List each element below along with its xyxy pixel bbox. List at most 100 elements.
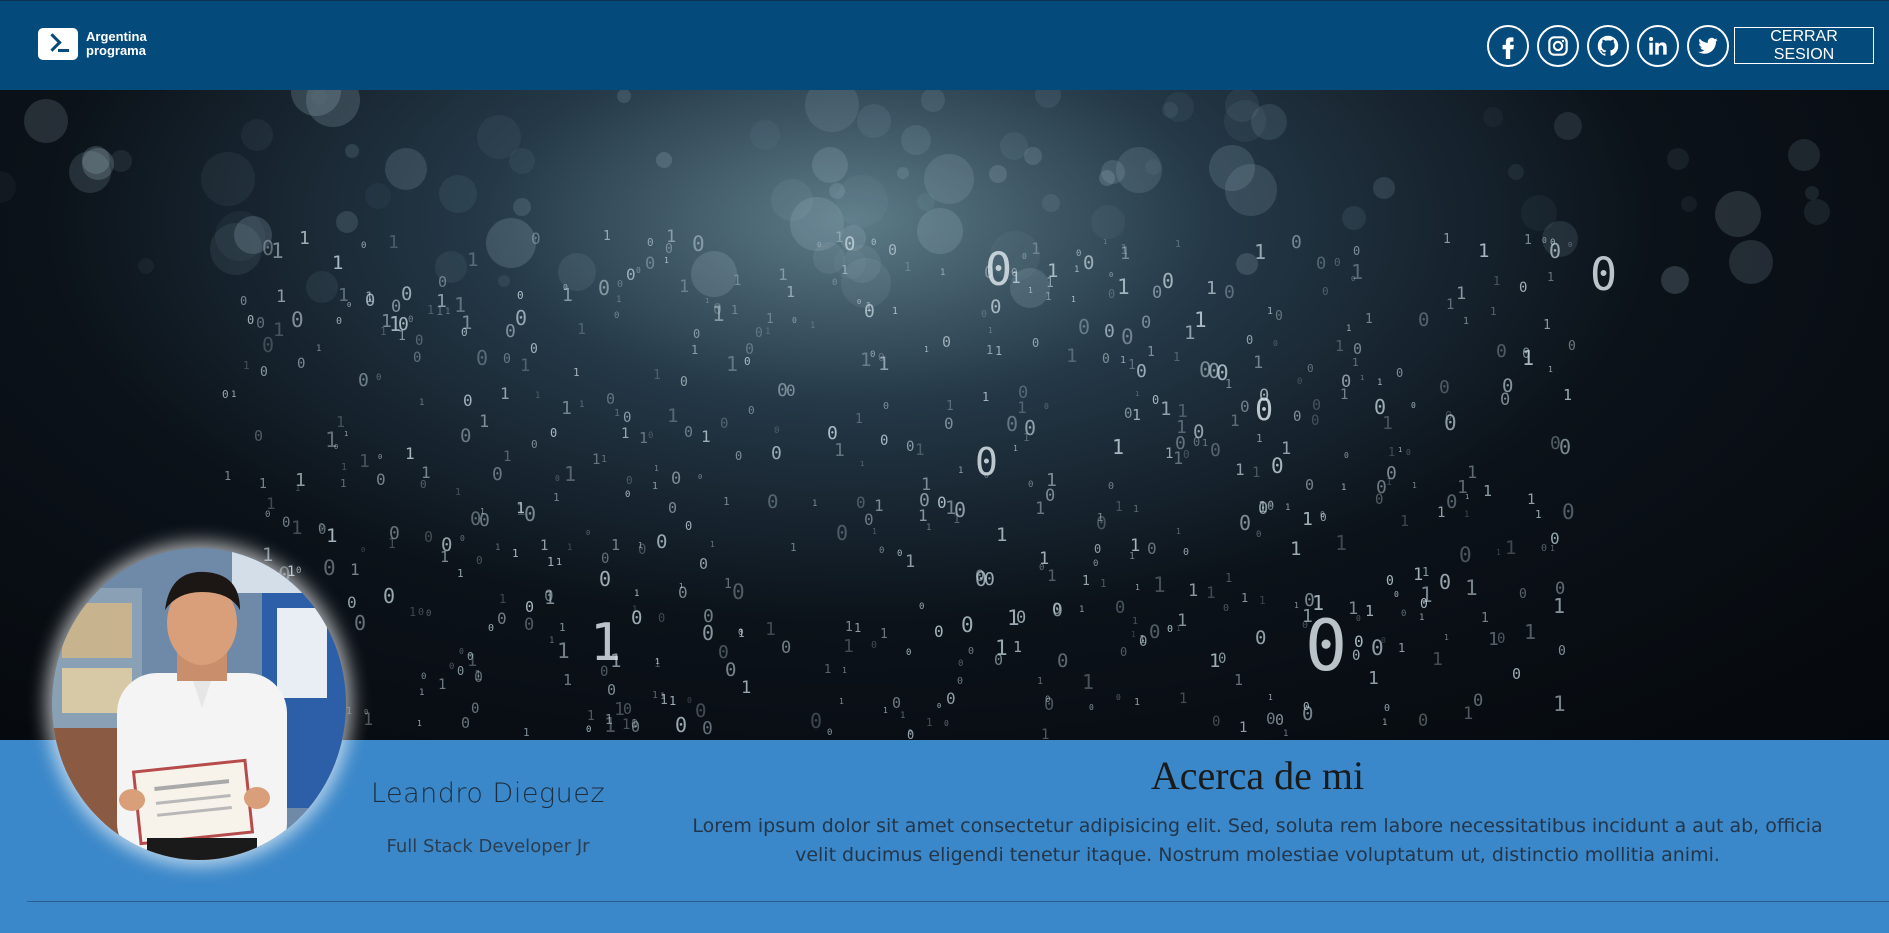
svg-text:1: 1 xyxy=(1041,727,1049,740)
svg-text:1: 1 xyxy=(440,548,449,566)
svg-text:1: 1 xyxy=(567,543,572,553)
github-icon[interactable] xyxy=(1587,25,1629,67)
svg-text:1: 1 xyxy=(660,693,668,708)
svg-text:0: 0 xyxy=(1032,336,1039,350)
twitter-icon[interactable] xyxy=(1687,25,1729,67)
svg-text:1: 1 xyxy=(577,320,586,338)
svg-text:0: 0 xyxy=(1218,651,1226,667)
svg-text:0: 0 xyxy=(1212,714,1220,730)
svg-text:0: 0 xyxy=(1418,309,1429,331)
svg-text:1: 1 xyxy=(1382,718,1387,728)
svg-text:1: 1 xyxy=(765,327,770,337)
svg-text:0: 0 xyxy=(421,672,426,682)
svg-text:0: 0 xyxy=(265,510,270,520)
svg-text:0: 0 xyxy=(883,401,889,412)
svg-text:0: 0 xyxy=(1371,636,1384,660)
svg-text:0: 0 xyxy=(525,598,534,616)
svg-text:0: 0 xyxy=(531,229,541,248)
svg-text:1: 1 xyxy=(655,657,660,666)
svg-text:1: 1 xyxy=(924,345,929,354)
svg-text:1: 1 xyxy=(467,249,478,271)
svg-text:0: 0 xyxy=(408,315,413,325)
svg-text:0: 0 xyxy=(1500,390,1510,410)
svg-text:1: 1 xyxy=(843,636,854,657)
svg-text:1: 1 xyxy=(601,454,607,465)
svg-text:1: 1 xyxy=(326,525,337,547)
svg-text:0: 0 xyxy=(1094,542,1101,556)
svg-text:1: 1 xyxy=(332,252,343,274)
svg-text:0: 0 xyxy=(296,566,301,576)
svg-text:1: 1 xyxy=(900,711,905,721)
svg-text:0: 0 xyxy=(1076,249,1081,259)
svg-text:0: 0 xyxy=(1210,440,1221,461)
svg-text:0: 0 xyxy=(1089,703,1094,712)
svg-text:0: 0 xyxy=(614,311,619,321)
svg-text:0: 0 xyxy=(1258,499,1268,519)
svg-text:1: 1 xyxy=(667,405,678,427)
svg-text:1: 1 xyxy=(724,577,732,592)
svg-text:0: 0 xyxy=(990,296,1001,318)
svg-text:0: 0 xyxy=(323,556,336,580)
svg-text:1: 1 xyxy=(652,690,658,701)
svg-text:0: 0 xyxy=(1384,703,1390,714)
logout-button[interactable]: CERRAR SESION xyxy=(1734,27,1874,64)
logo-text-line2: programa xyxy=(86,43,146,58)
svg-text:0: 0 xyxy=(699,555,708,573)
svg-text:1: 1 xyxy=(874,496,884,515)
svg-text:0: 0 xyxy=(946,689,956,708)
svg-text:0: 0 xyxy=(1108,481,1114,492)
svg-text:0: 0 xyxy=(767,491,778,513)
svg-text:1: 1 xyxy=(940,268,945,278)
svg-text:1: 1 xyxy=(1206,583,1216,602)
svg-text:1: 1 xyxy=(1165,446,1173,462)
logo-text: Argentina programa xyxy=(86,30,147,58)
svg-text:1: 1 xyxy=(691,343,698,357)
facebook-icon[interactable] xyxy=(1487,25,1529,67)
svg-text:1: 1 xyxy=(654,464,659,473)
svg-text:0: 0 xyxy=(1512,665,1521,683)
svg-text:1: 1 xyxy=(344,430,348,438)
svg-text:0: 0 xyxy=(1018,383,1028,403)
svg-text:1: 1 xyxy=(958,466,963,476)
svg-text:0: 0 xyxy=(607,681,616,699)
svg-text:1: 1 xyxy=(639,429,648,447)
svg-text:1: 1 xyxy=(1563,386,1572,404)
svg-text:1: 1 xyxy=(621,426,629,442)
svg-text:1: 1 xyxy=(733,273,741,289)
svg-text:0: 0 xyxy=(1078,315,1090,339)
svg-text:0: 0 xyxy=(1439,377,1450,398)
linkedin-icon[interactable] xyxy=(1637,25,1679,67)
svg-text:0: 0 xyxy=(1459,543,1472,567)
svg-text:1: 1 xyxy=(1173,350,1180,364)
svg-text:1: 1 xyxy=(389,312,401,336)
svg-text:0: 0 xyxy=(376,470,386,489)
svg-text:0: 0 xyxy=(888,241,897,259)
svg-text:0: 0 xyxy=(1183,547,1189,558)
svg-text:1: 1 xyxy=(547,555,554,569)
svg-text:1: 1 xyxy=(1082,574,1090,589)
svg-text:0: 0 xyxy=(1396,366,1403,380)
svg-text:0: 0 xyxy=(827,728,832,738)
svg-text:1: 1 xyxy=(561,398,572,419)
svg-text:0: 0 xyxy=(678,583,688,602)
svg-text:1: 1 xyxy=(995,636,1008,660)
svg-text:1: 1 xyxy=(915,440,925,459)
svg-text:0: 0 xyxy=(476,554,483,567)
about-text: Lorem ipsum dolor sit amet consectetur a… xyxy=(692,815,1823,866)
svg-text:1: 1 xyxy=(350,560,360,579)
svg-text:1: 1 xyxy=(1117,275,1130,299)
svg-text:1: 1 xyxy=(1490,305,1497,318)
svg-text:1: 1 xyxy=(1160,398,1171,420)
svg-text:0: 0 xyxy=(1334,256,1341,269)
svg-text:1: 1 xyxy=(1553,692,1566,716)
argentina-programa-logo[interactable]: Argentina programa xyxy=(38,28,147,60)
svg-text:1: 1 xyxy=(731,303,738,317)
svg-text:1: 1 xyxy=(495,543,500,553)
svg-text:0: 0 xyxy=(702,621,714,645)
svg-text:1: 1 xyxy=(1103,238,1107,246)
svg-text:0: 0 xyxy=(638,542,646,558)
svg-text:0: 0 xyxy=(957,676,963,687)
instagram-icon[interactable] xyxy=(1537,25,1579,67)
svg-text:0: 0 xyxy=(1562,500,1575,524)
svg-text:1: 1 xyxy=(738,627,745,640)
